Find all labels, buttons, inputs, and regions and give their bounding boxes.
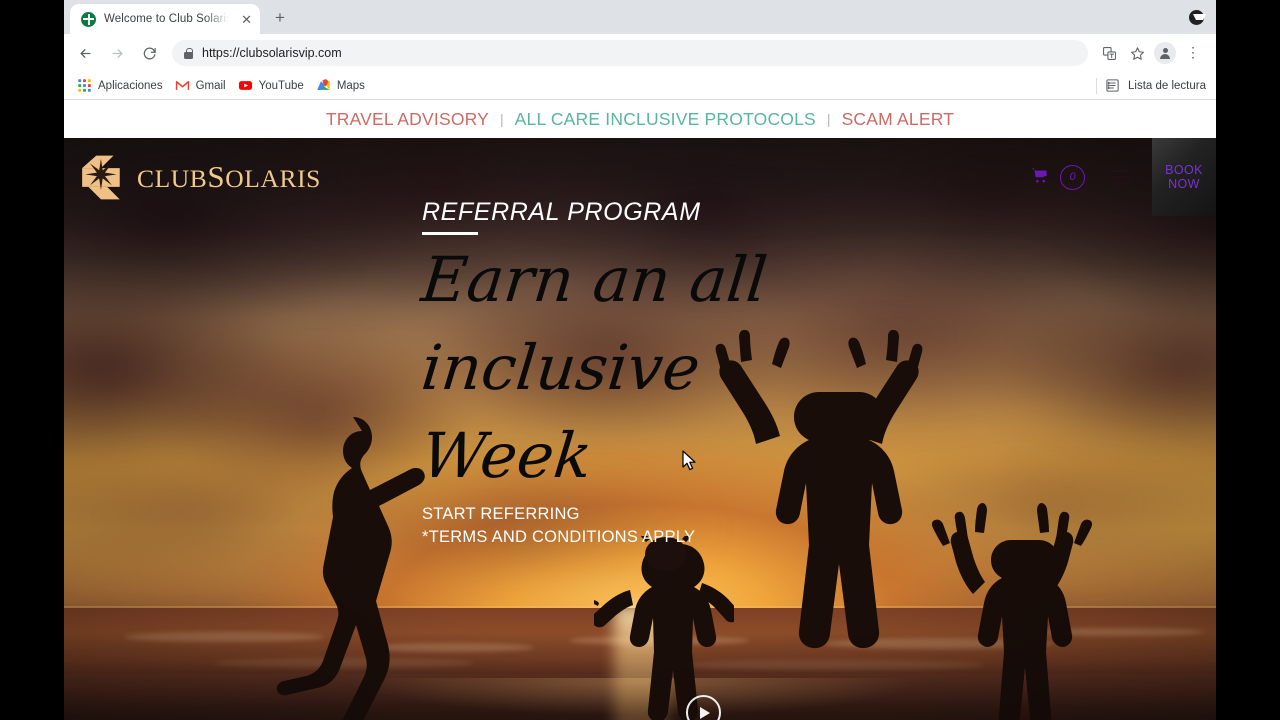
advisory-bar: TRAVEL ADVISORY | ALL CARE INCLUSIVE PRO… [64, 100, 1216, 138]
advisory-link-travel[interactable]: TRAVEL ADVISORY [326, 109, 489, 130]
back-icon[interactable] [70, 38, 100, 68]
youtube-icon [238, 81, 252, 90]
hero-script-line-1: Earn an all [418, 242, 771, 316]
close-icon[interactable]: ✕ [241, 13, 252, 26]
download-badge-icon[interactable] [1189, 10, 1206, 26]
advisory-separator: | [500, 111, 504, 127]
translate-icon[interactable] [1096, 40, 1122, 66]
silhouette-girl-right [931, 503, 1093, 720]
bookmark-label: Maps [336, 79, 365, 92]
club-solaris-logo[interactable]: CLUBSOLARIS [79, 154, 321, 201]
site-header: CLUBSOLARIS 0 BOOK NOW [64, 138, 1216, 216]
screen: Welcome to Club Solaris Premi ✕ + https:… [0, 0, 1280, 720]
kebab-menu-icon[interactable]: ⋮ [1180, 40, 1206, 66]
solaris-star-diamond-icon [82, 155, 120, 199]
reload-icon[interactable] [134, 38, 164, 68]
lock-icon [184, 47, 193, 59]
hero-cta-lines: START REFERRING *TERMS AND CONDITIONS AP… [422, 503, 767, 550]
reading-list-icon [1106, 79, 1119, 92]
logo-wordmark: CLUBSOLARIS [137, 159, 321, 195]
apps-grid-icon [78, 79, 91, 92]
bookmark-item-gmail[interactable]: Gmail [172, 78, 235, 93]
advisory-link-scam[interactable]: SCAM ALERT [842, 109, 955, 130]
logo-word-olaris: OLARIS [225, 164, 321, 193]
gmail-icon [175, 81, 189, 90]
logo-word-club: CLUB [137, 164, 208, 193]
bookmark-star-icon[interactable] [1124, 40, 1150, 66]
browser-tab[interactable]: Welcome to Club Solaris Premi ✕ [70, 4, 260, 34]
hero-kicker-underline [422, 232, 478, 235]
silhouette-child [594, 536, 734, 720]
tab-strip: Welcome to Club Solaris Premi ✕ + [64, 0, 1216, 34]
bookmark-item-apps[interactable]: Aplicaciones [74, 78, 172, 93]
reading-list-label: Lista de lectura [1128, 79, 1206, 92]
advisory-separator: | [826, 111, 831, 127]
book-now-line2: NOW [1168, 177, 1200, 191]
logo-letter-s: S [207, 159, 226, 194]
browser-window: Welcome to Club Solaris Premi ✕ + https:… [64, 0, 1216, 720]
divider [1096, 77, 1097, 94]
hero-cta-line-1[interactable]: START REFERRING [422, 503, 767, 526]
advisory-link-protocols[interactable]: ALL CARE INCLUSIVE PROTOCOLS [515, 109, 816, 130]
book-now-button[interactable]: BOOK NOW [1152, 138, 1216, 216]
browser-toolbar: https://clubsolarisvip.com ⋮ [64, 34, 1216, 72]
bookmark-label: Gmail [195, 79, 226, 92]
tab-favicon-icon [81, 11, 96, 27]
hero-cta-line-2: *TERMS AND CONDITIONS APPLY [422, 527, 696, 546]
profile-avatar-icon[interactable] [1152, 40, 1178, 66]
forward-icon[interactable] [102, 38, 132, 68]
bookmark-label: Aplicaciones [98, 79, 163, 92]
mouse-pointer-icon [682, 450, 696, 471]
new-tab-button[interactable]: + [266, 4, 294, 32]
bookmark-label: YouTube [258, 79, 304, 92]
bookmark-item-maps[interactable]: Maps [313, 78, 374, 93]
url-text: https://clubsolarisvip.com [202, 46, 342, 60]
bookmarks-bar: Aplicaciones Gmail YouTube Maps Lista de… [64, 72, 1216, 100]
address-bar[interactable]: https://clubsolarisvip.com [172, 40, 1088, 66]
hero-script-line-3: Week [418, 418, 596, 492]
google-maps-icon [317, 79, 330, 90]
hamburger-menu-icon[interactable] [1111, 166, 1130, 188]
hero-banner: CLUBSOLARIS 0 BOOK NOW REFERRAL PROGRAM … [64, 138, 1216, 720]
cart-count-badge[interactable]: 0 [1060, 164, 1085, 190]
header-actions: 0 BOOK NOW [1031, 138, 1216, 216]
shopping-cart-icon[interactable] [1031, 167, 1048, 188]
tab-title: Welcome to Club Solaris Premi [104, 13, 233, 25]
reading-list-button[interactable]: Lista de lectura [1096, 77, 1206, 94]
hero-script-line-2: inclusive [418, 330, 704, 404]
hero-content: REFERRAL PROGRAM Earn an all inclusive W… [418, 198, 771, 550]
book-now-line1: BOOK [1165, 162, 1203, 177]
bookmark-item-youtube[interactable]: YouTube [235, 78, 313, 93]
